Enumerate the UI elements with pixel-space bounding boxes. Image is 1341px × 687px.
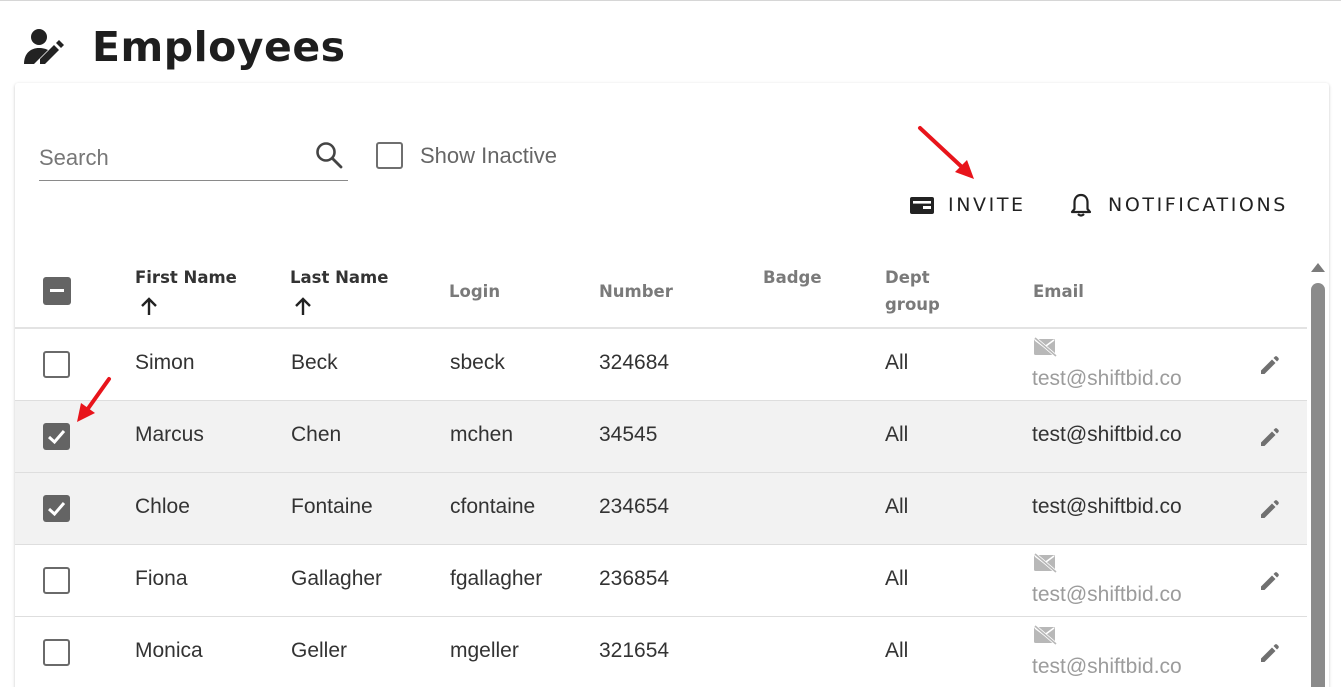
email-cell: test@shiftbid.co bbox=[1032, 367, 1182, 390]
email-cell: test@shiftbid.co bbox=[1032, 423, 1182, 446]
email-cell: test@shiftbid.co bbox=[1032, 495, 1182, 518]
invite-card-icon bbox=[910, 197, 934, 214]
mail-off-icon bbox=[1033, 337, 1057, 357]
edit-pencil-icon[interactable] bbox=[1258, 571, 1280, 593]
row-checkbox[interactable] bbox=[43, 639, 70, 666]
first-name-cell: Simon bbox=[135, 351, 195, 374]
last-name-cell: Beck bbox=[291, 351, 338, 374]
dept-group-cell: All bbox=[885, 351, 909, 374]
show-inactive-checkbox[interactable] bbox=[376, 142, 403, 169]
table-row[interactable]: Simon Beck sbeck 324684 All test@shiftbid.co bbox=[15, 329, 1307, 401]
dept-group-cell: All bbox=[885, 567, 909, 590]
last-name-cell: Fontaine bbox=[291, 495, 373, 518]
show-inactive-toggle[interactable]: Show Inactive bbox=[376, 142, 557, 169]
invite-button[interactable]: INVITE bbox=[909, 190, 1026, 220]
number-cell: 324684 bbox=[599, 351, 670, 374]
dept-group-cell: All bbox=[885, 639, 909, 662]
select-all-checkbox[interactable] bbox=[43, 277, 71, 305]
table-row[interactable]: Marcus Chen mchen 34545 All test@shiftbid.co bbox=[15, 401, 1307, 473]
number-cell: 321654 bbox=[599, 639, 670, 662]
sort-ascending-icon[interactable] bbox=[293, 296, 313, 316]
edit-pencil-icon[interactable] bbox=[1258, 355, 1280, 377]
number-cell: 236854 bbox=[599, 567, 670, 590]
first-name-cell: Chloe bbox=[135, 495, 190, 518]
column-header-login[interactable]: Login bbox=[449, 278, 500, 305]
search-icon[interactable] bbox=[314, 140, 344, 170]
column-header-first-name[interactable]: First Name bbox=[135, 264, 237, 291]
first-name-cell: Marcus bbox=[135, 423, 204, 446]
page-title: Employees bbox=[92, 23, 346, 71]
number-cell: 234654 bbox=[599, 495, 670, 518]
search-input[interactable] bbox=[39, 138, 309, 178]
column-header-badge[interactable]: Badge bbox=[763, 264, 822, 291]
login-cell: cfontaine bbox=[450, 495, 536, 518]
top-border bbox=[0, 0, 1341, 1]
column-header-dept-group[interactable]: Dept group bbox=[885, 264, 940, 318]
email-cell: test@shiftbid.co bbox=[1032, 655, 1182, 678]
mail-off-icon bbox=[1033, 553, 1057, 573]
column-header-number[interactable]: Number bbox=[599, 278, 673, 305]
show-inactive-label: Show Inactive bbox=[420, 142, 557, 168]
number-cell: 34545 bbox=[599, 423, 658, 446]
dept-group-cell: All bbox=[885, 495, 909, 518]
last-name-cell: Geller bbox=[291, 639, 348, 662]
notifications-button[interactable]: NOTIFICATIONS bbox=[1068, 190, 1288, 220]
edit-pencil-icon[interactable] bbox=[1258, 499, 1280, 521]
login-cell: fgallagher bbox=[450, 567, 543, 590]
first-name-cell: Fiona bbox=[135, 567, 188, 590]
sort-ascending-icon[interactable] bbox=[139, 296, 159, 316]
table-row[interactable]: Chloe Fontaine cfontaine 234654 All test@shif… bbox=[15, 473, 1307, 545]
row-checkbox[interactable] bbox=[43, 495, 70, 522]
search-field[interactable] bbox=[39, 138, 348, 181]
login-cell: sbeck bbox=[450, 351, 505, 374]
page-header: Employees bbox=[20, 22, 346, 72]
checkmark-icon bbox=[47, 430, 66, 445]
table-row[interactable]: Monica Geller mgeller 321654 All test@shiftbi… bbox=[15, 617, 1307, 687]
login-cell: mgeller bbox=[450, 639, 519, 662]
row-checkbox[interactable] bbox=[43, 351, 70, 378]
checkmark-icon bbox=[47, 502, 66, 517]
email-cell: test@shiftbid.co bbox=[1032, 583, 1182, 606]
invite-label: INVITE bbox=[948, 194, 1026, 216]
scroll-up-arrow[interactable] bbox=[1311, 263, 1325, 272]
row-checkbox[interactable] bbox=[43, 423, 70, 450]
notifications-label: NOTIFICATIONS bbox=[1108, 194, 1288, 216]
bell-icon bbox=[1070, 193, 1092, 217]
edit-pencil-icon[interactable] bbox=[1258, 643, 1280, 665]
column-header-email[interactable]: Email bbox=[1033, 278, 1084, 305]
login-cell: mchen bbox=[450, 423, 514, 446]
scrollbar-thumb[interactable] bbox=[1311, 283, 1325, 687]
row-checkbox[interactable] bbox=[43, 567, 70, 594]
first-name-cell: Monica bbox=[135, 639, 203, 662]
table-row[interactable]: Fiona Gallagher fgallagher 236854 All test@sh… bbox=[15, 545, 1307, 617]
column-header-last-name[interactable]: Last Name bbox=[290, 264, 388, 291]
person-edit-icon bbox=[24, 29, 64, 64]
last-name-cell: Chen bbox=[291, 423, 342, 446]
edit-pencil-icon[interactable] bbox=[1258, 427, 1280, 449]
last-name-cell: Gallagher bbox=[291, 567, 383, 590]
mail-off-icon bbox=[1033, 625, 1057, 645]
dept-group-cell: All bbox=[885, 423, 909, 446]
